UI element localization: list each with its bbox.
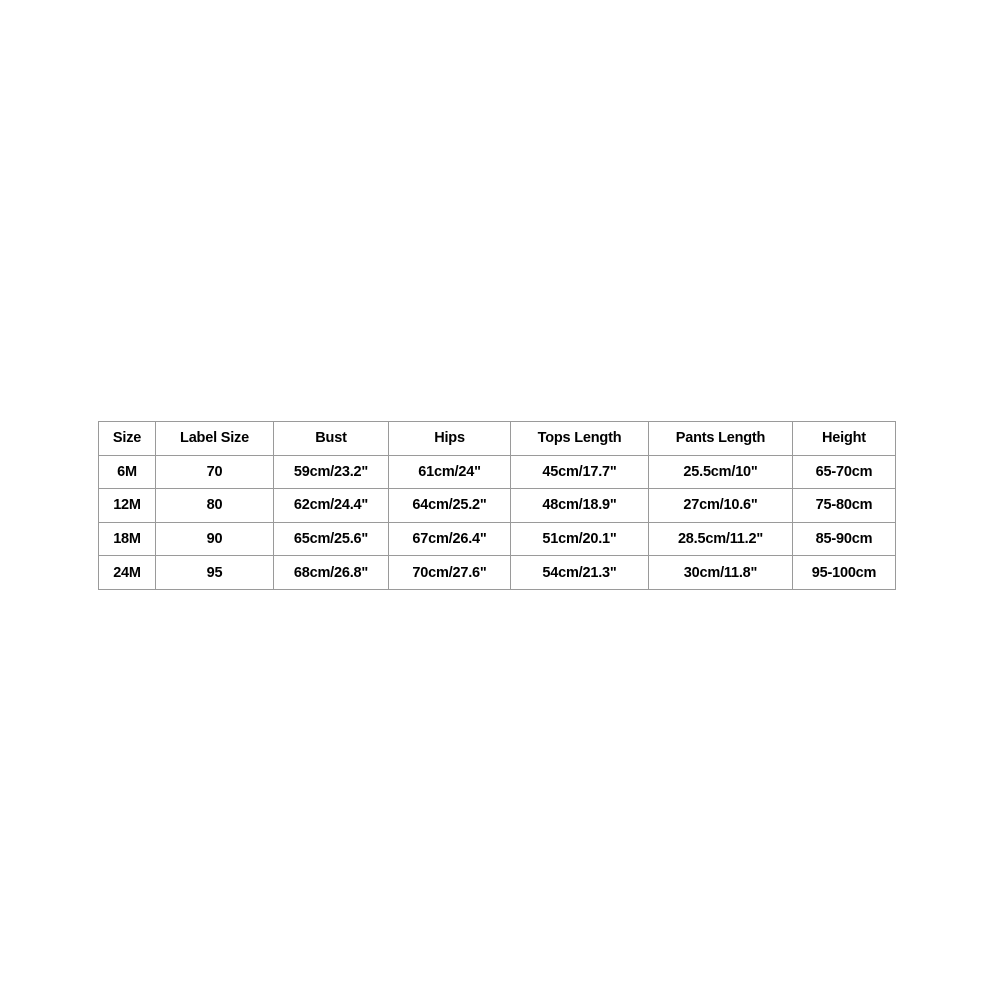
size-chart-table: Size Label Size Bust Hips Tops Length Pa… xyxy=(98,421,896,590)
table-row: 6M 70 59cm/23.2" 61cm/24" 45cm/17.7" 25.… xyxy=(98,454,896,490)
cell-bust: 68cm/26.8" xyxy=(273,555,389,590)
cell-height: 95-100cm xyxy=(792,555,896,590)
column-header-hips: Hips xyxy=(388,421,511,456)
table-row: 24M 95 68cm/26.8" 70cm/27.6" 54cm/21.3" … xyxy=(98,555,896,590)
cell-hips: 70cm/27.6" xyxy=(388,555,511,590)
table-header-row: Size Label Size Bust Hips Tops Length Pa… xyxy=(98,421,896,456)
column-header-label-size: Label Size xyxy=(155,421,274,456)
table-row: 18M 90 65cm/25.6" 67cm/26.4" 51cm/20.1" … xyxy=(98,521,896,557)
cell-label-size: 70 xyxy=(155,454,274,490)
cell-pants-length: 27cm/10.6" xyxy=(648,488,793,523)
table-row: 12M 80 62cm/24.4" 64cm/25.2" 48cm/18.9" … xyxy=(98,488,896,523)
cell-pants-length: 30cm/11.8" xyxy=(648,555,793,590)
cell-size: 6M xyxy=(98,454,156,490)
cell-size: 18M xyxy=(98,521,156,557)
cell-tops-length: 45cm/17.7" xyxy=(510,454,649,490)
cell-size: 24M xyxy=(98,555,156,590)
cell-tops-length: 48cm/18.9" xyxy=(510,488,649,523)
column-header-height: Height xyxy=(792,421,896,456)
cell-bust: 62cm/24.4" xyxy=(273,488,389,523)
size-chart-body: 6M 70 59cm/23.2" 61cm/24" 45cm/17.7" 25.… xyxy=(98,454,896,590)
cell-pants-length: 28.5cm/11.2" xyxy=(648,521,793,557)
column-header-bust: Bust xyxy=(273,421,389,456)
cell-height: 75-80cm xyxy=(792,488,896,523)
cell-label-size: 95 xyxy=(155,555,274,590)
cell-height: 85-90cm xyxy=(792,521,896,557)
column-header-size: Size xyxy=(98,421,156,456)
cell-label-size: 90 xyxy=(155,521,274,557)
cell-tops-length: 54cm/21.3" xyxy=(510,555,649,590)
size-chart-container: Size Label Size Bust Hips Tops Length Pa… xyxy=(98,421,896,590)
cell-size: 12M xyxy=(98,488,156,523)
cell-bust: 65cm/25.6" xyxy=(273,521,389,557)
cell-label-size: 80 xyxy=(155,488,274,523)
size-chart-header: Size Label Size Bust Hips Tops Length Pa… xyxy=(98,421,896,456)
column-header-pants-length: Pants Length xyxy=(648,421,793,456)
cell-hips: 61cm/24" xyxy=(388,454,511,490)
cell-hips: 67cm/26.4" xyxy=(388,521,511,557)
cell-pants-length: 25.5cm/10" xyxy=(648,454,793,490)
cell-hips: 64cm/25.2" xyxy=(388,488,511,523)
cell-bust: 59cm/23.2" xyxy=(273,454,389,490)
column-header-tops-length: Tops Length xyxy=(510,421,649,456)
cell-height: 65-70cm xyxy=(792,454,896,490)
cell-tops-length: 51cm/20.1" xyxy=(510,521,649,557)
